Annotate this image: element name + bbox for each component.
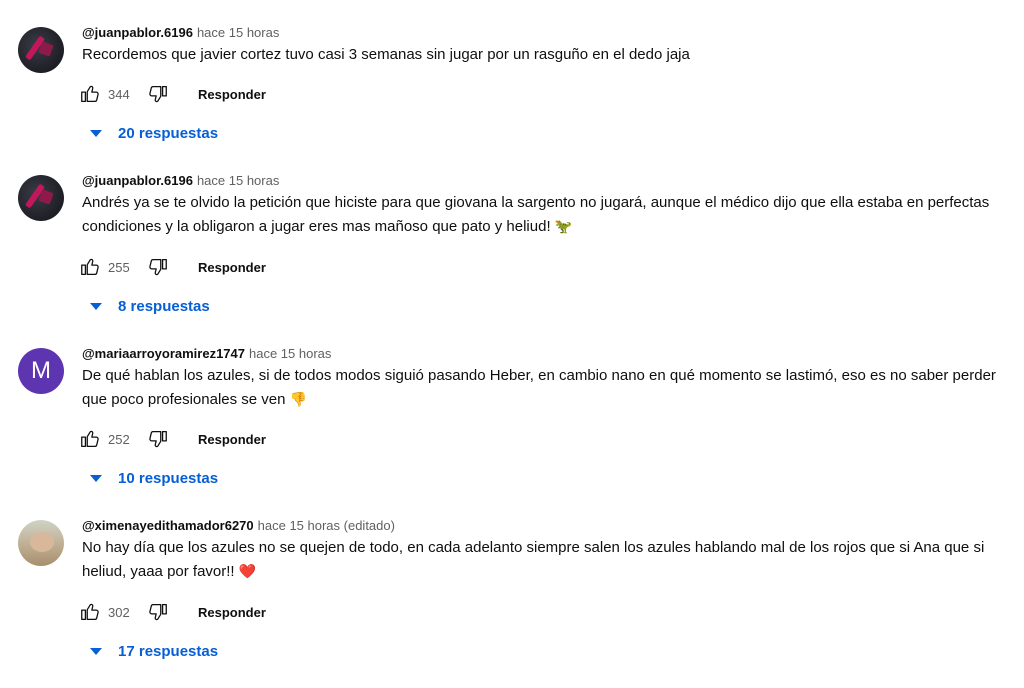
avatar[interactable]	[18, 27, 64, 73]
thumbs-down-icon	[149, 86, 167, 103]
comment-header: @juanpablor.6196 hace 15 horas	[82, 23, 279, 43]
comment: @juanpablor.6196 hace 15 horas Andrés ya …	[0, 171, 1024, 343]
like-button[interactable]	[78, 427, 102, 451]
like-count: 252	[108, 431, 130, 447]
comment-header: @mariaarroyoramirez1747 hace 15 horas	[82, 344, 331, 364]
author-handle[interactable]: @juanpablor.6196	[82, 25, 193, 40]
thumbs-up-icon	[81, 603, 99, 620]
replies-count: 17 respuestas	[118, 642, 219, 660]
view-replies-button[interactable]: 10 respuestas	[86, 463, 218, 493]
avatar[interactable]	[18, 175, 64, 221]
comment-actions: 255 Responder	[78, 253, 266, 281]
like-button[interactable]	[78, 82, 102, 106]
comment-actions: 252 Responder	[78, 425, 266, 453]
like-button[interactable]	[78, 600, 102, 624]
reply-button[interactable]: Responder	[198, 605, 266, 620]
timestamp[interactable]: hace 15 horas	[197, 25, 279, 40]
like-count: 344	[108, 86, 130, 102]
author-handle[interactable]: @juanpablor.6196	[82, 173, 193, 188]
dislike-button[interactable]	[146, 600, 170, 624]
avatar[interactable]	[18, 520, 64, 566]
comment-text: Andrés ya se te olvido la petición que h…	[82, 191, 1007, 239]
reply-button[interactable]: Responder	[198, 432, 266, 447]
view-replies-button[interactable]: 17 respuestas	[86, 636, 218, 666]
comment: @ximenayedithamador6270 hace 15 horas (ed…	[0, 516, 1024, 688]
like-button[interactable]	[78, 255, 102, 279]
comment-body: Andrés ya se te olvido la petición que h…	[82, 194, 990, 235]
comment-actions: 344 Responder	[78, 80, 266, 108]
thumbs-up-icon	[81, 258, 99, 275]
dislike-button[interactable]	[146, 255, 170, 279]
comment-text: Recordemos que javier cortez tuvo casi 3…	[82, 43, 1007, 67]
dislike-button[interactable]	[146, 427, 170, 451]
caret-down-icon	[90, 647, 102, 655]
thumbs-down-icon	[149, 431, 167, 448]
comment-text: De qué hablan los azules, si de todos mo…	[82, 364, 1007, 412]
like-count: 302	[108, 604, 130, 620]
comment-header: @ximenayedithamador6270 hace 15 horas (ed…	[82, 516, 395, 536]
comment-body: Recordemos que javier cortez tuvo casi 3…	[82, 46, 690, 63]
author-handle[interactable]: @ximenayedithamador6270	[82, 518, 254, 533]
view-replies-button[interactable]: 20 respuestas	[86, 118, 218, 148]
caret-down-icon	[90, 474, 102, 482]
like-count: 255	[108, 259, 130, 275]
replies-count: 8 respuestas	[118, 297, 210, 315]
thumbs-down-emoji: 👎	[289, 392, 308, 408]
comment-text: No hay día que los azules no se quejen d…	[82, 536, 1007, 584]
heart-emoji: ❤️	[238, 564, 257, 580]
caret-down-icon	[90, 129, 102, 137]
reply-button[interactable]: Responder	[198, 260, 266, 275]
comment-header: @juanpablor.6196 hace 15 horas	[82, 171, 279, 191]
view-replies-button[interactable]: 8 respuestas	[86, 291, 210, 321]
dinosaur-emoji: 🦖	[554, 219, 573, 235]
thumbs-up-icon	[81, 430, 99, 447]
caret-down-icon	[90, 302, 102, 310]
comment-actions: 302 Responder	[78, 598, 266, 626]
avatar[interactable]: M	[18, 348, 64, 394]
replies-count: 20 respuestas	[118, 124, 219, 142]
reply-button[interactable]: Responder	[198, 87, 266, 102]
dislike-button[interactable]	[146, 82, 170, 106]
comment-body: No hay día que los azules no se quejen d…	[82, 539, 985, 580]
thumbs-down-icon	[149, 259, 167, 276]
comment: @juanpablor.6196 hace 15 horas Recordemos…	[0, 23, 1024, 195]
thumbs-down-icon	[149, 604, 167, 621]
timestamp[interactable]: hace 15 horas	[249, 346, 331, 361]
thumbs-up-icon	[81, 85, 99, 102]
replies-count: 10 respuestas	[118, 469, 219, 487]
comment-body: De qué hablan los azules, si de todos mo…	[82, 367, 996, 408]
author-handle[interactable]: @mariaarroyoramirez1747	[82, 346, 245, 361]
timestamp[interactable]: hace 15 horas (editado)	[258, 518, 395, 533]
comment: M @mariaarroyoramirez1747 hace 15 horas D…	[0, 344, 1024, 516]
timestamp[interactable]: hace 15 horas	[197, 173, 279, 188]
